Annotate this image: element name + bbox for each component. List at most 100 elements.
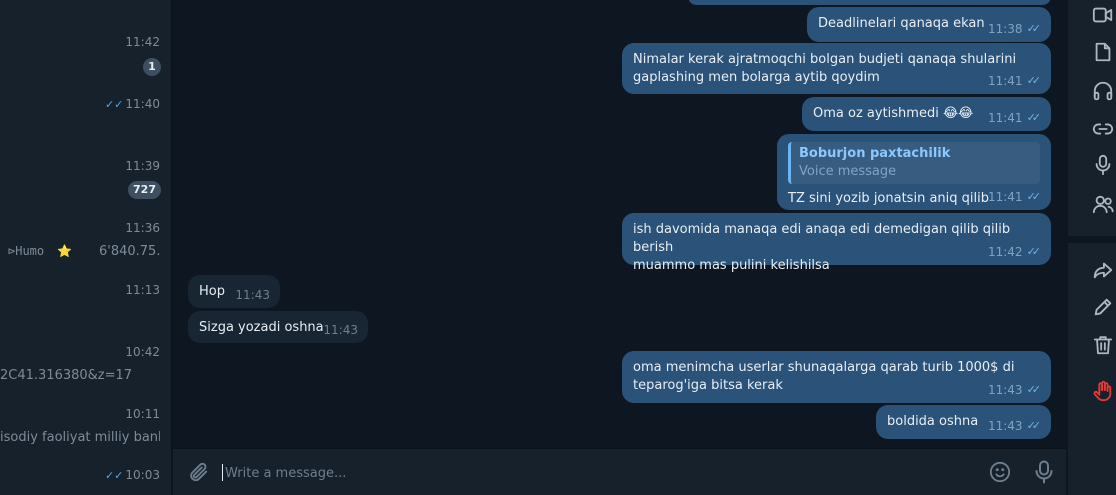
voice-record-button[interactable] — [1034, 460, 1054, 484]
reply-type: Voice message — [799, 164, 897, 179]
message-bubble[interactable]: oma menimcha userlar shunaqalarga qarab … — [622, 351, 1051, 403]
message-meta: 11:41 ✓✓ — [988, 72, 1041, 90]
message-time: 11:43 — [235, 288, 270, 302]
read-check-icon: ✓✓ — [1026, 74, 1042, 87]
edit-button[interactable] — [1092, 296, 1114, 318]
microphone-icon — [1095, 154, 1111, 176]
chat-list-item[interactable]: 11:39 727 — [0, 154, 171, 209]
message-bubble[interactable]: Hop 11:43 — [188, 275, 280, 308]
video-icon — [1092, 7, 1113, 23]
read-check-icon: ✓✓ — [1026, 190, 1042, 203]
rail-divider — [1068, 236, 1116, 243]
chat-list-item[interactable]: 10:11 isodiy faoliyat milliy bank... — [0, 402, 171, 457]
message-time: 11:43 — [987, 383, 1023, 397]
read-check-icon: ✓✓ — [104, 469, 124, 482]
chat-time: 11:42 — [125, 35, 160, 49]
chat-time: 11:13 — [125, 283, 160, 297]
read-check-icon: ✓✓ — [1026, 245, 1042, 258]
emoji-button[interactable] — [989, 461, 1011, 483]
file-icon — [1095, 42, 1111, 62]
read-check-icon: ✓✓ — [1026, 383, 1042, 396]
reply-preview[interactable]: Boburjon paxtachilik Voice message — [788, 142, 1040, 184]
message-bubble[interactable]: ish davomida manaqa edi anaqa edi demedi… — [622, 213, 1051, 273]
read-check-icon: ✓✓ — [1026, 111, 1042, 124]
hand-icon — [1093, 380, 1112, 402]
chat-time: 11:40 — [125, 97, 160, 111]
link-icon — [1092, 123, 1114, 135]
chat-preview: isodiy faoliyat milliy bank... — [0, 430, 160, 445]
message-bubble[interactable]: boldida oshna 11:43 ✓✓ — [876, 405, 1051, 439]
links-button[interactable] — [1092, 118, 1114, 140]
message-meta: 11:43 ✓✓ — [988, 381, 1041, 399]
delete-button[interactable] — [1092, 334, 1114, 356]
message-time: 11:42 — [987, 245, 1023, 259]
message-meta: 11:41 ✓✓ — [988, 109, 1041, 127]
video-button[interactable] — [1092, 4, 1114, 26]
chat-time-row: ✓✓ 10:03 — [105, 468, 160, 482]
chat-list-item[interactable]: 11:36 ⊳Humo ⭐ 6'840.75... — [0, 216, 171, 271]
star-icon: ⭐ — [57, 244, 73, 258]
message-bubble[interactable]: Oma oz aytishmedi 😂😂 11:41 ✓✓ — [802, 97, 1051, 131]
chat-time: 10:42 — [125, 345, 160, 359]
message-time: 11:41 — [987, 190, 1023, 204]
message-meta: 11:43 ✓✓ — [988, 417, 1041, 435]
paperclip-icon — [190, 462, 208, 482]
chat-preview: 2C41.316380&z=17 — [0, 368, 133, 383]
chat-time-row: ✓✓ 11:40 — [105, 97, 160, 111]
headphones-icon — [1093, 81, 1113, 101]
read-check-icon: ✓✓ — [104, 98, 124, 111]
chat-time: 11:36 — [125, 221, 160, 235]
message-meta: 11:42 ✓✓ — [988, 243, 1041, 261]
message-time: 11:43 — [987, 419, 1023, 433]
message-bubble[interactable]: Nimalar kerak ajratmoqchi bolgan budjeti… — [622, 43, 1051, 94]
edit-icon — [1094, 298, 1112, 316]
message-bubble[interactable]: Sizga yozadi oshna 11:43 — [188, 311, 368, 343]
read-check-icon: ✓✓ — [1026, 22, 1042, 35]
unread-badge: 727 — [128, 181, 161, 199]
message-text: oma menimcha userlar shunaqalarga qarab … — [633, 360, 1015, 393]
audio-button[interactable] — [1092, 80, 1114, 102]
chat-time: 10:11 — [125, 407, 160, 421]
forward-button[interactable] — [1092, 259, 1114, 281]
emoji-icon — [989, 461, 1011, 483]
users-icon — [1092, 195, 1114, 214]
members-button[interactable] — [1092, 193, 1114, 215]
text-caret — [222, 464, 223, 481]
attach-button[interactable] — [187, 461, 209, 483]
preview-text: ⊳Humo — [8, 244, 45, 258]
reply-author: Boburjon paxtachilik — [799, 146, 951, 161]
report-button[interactable] — [1092, 380, 1114, 402]
chat-list-item[interactable]: 11:42 1 — [0, 30, 171, 85]
voice-messages-button[interactable] — [1092, 154, 1114, 176]
message-meta: 11:38 ✓✓ — [988, 20, 1041, 38]
delete-icon — [1093, 336, 1113, 355]
files-button[interactable] — [1092, 41, 1114, 63]
message-history[interactable]: Deadlinelari qanaqa ekan 11:38 ✓✓ Nimalar… — [173, 0, 1066, 495]
chat-list-item[interactable]: 10:42 2C41.316380&z=17 — [0, 340, 171, 395]
message-meta: 11:43 — [235, 286, 270, 304]
read-check-icon: ✓✓ — [1026, 419, 1042, 432]
action-rail — [1068, 0, 1116, 495]
message-time: 11:38 — [987, 22, 1023, 36]
message-text: Nimalar kerak ajratmoqchi bolgan budjeti… — [633, 52, 1017, 85]
message-time: 11:41 — [987, 111, 1023, 125]
chat-list-item[interactable]: 11:13 — [0, 278, 171, 333]
message-bubble-partial[interactable] — [688, 0, 1051, 5]
message-time: 11:43 — [323, 323, 358, 337]
message-time: 11:41 — [987, 74, 1023, 88]
chat-list-item[interactable]: ✓✓ 10:03 — [0, 464, 171, 495]
chat-list-item[interactable]: ✓✓ 11:40 — [0, 92, 171, 147]
unread-badge: 1 — [143, 58, 161, 76]
chat-time: 11:39 — [125, 159, 160, 173]
forward-icon — [1093, 262, 1113, 279]
message-meta: 11:43 — [323, 321, 358, 339]
message-bubble[interactable]: Deadlinelari qanaqa ekan 11:38 ✓✓ — [807, 7, 1051, 42]
message-meta: 11:41 ✓✓ — [988, 188, 1041, 206]
message-composer — [173, 448, 1066, 495]
message-bubble-reply[interactable]: Boburjon paxtachilik Voice message TZ si… — [777, 134, 1051, 210]
message-input[interactable] — [225, 461, 965, 485]
chat-preview-amount: 6'840.75... — [99, 244, 160, 259]
message-text: ish davomida manaqa edi anaqa edi demedi… — [633, 222, 1011, 273]
chat-list: 11:42 1 ✓✓ 11:40 11:39 727 11:36 ⊳Humo ⭐ … — [0, 0, 172, 495]
chat-time: 10:03 — [125, 468, 160, 482]
